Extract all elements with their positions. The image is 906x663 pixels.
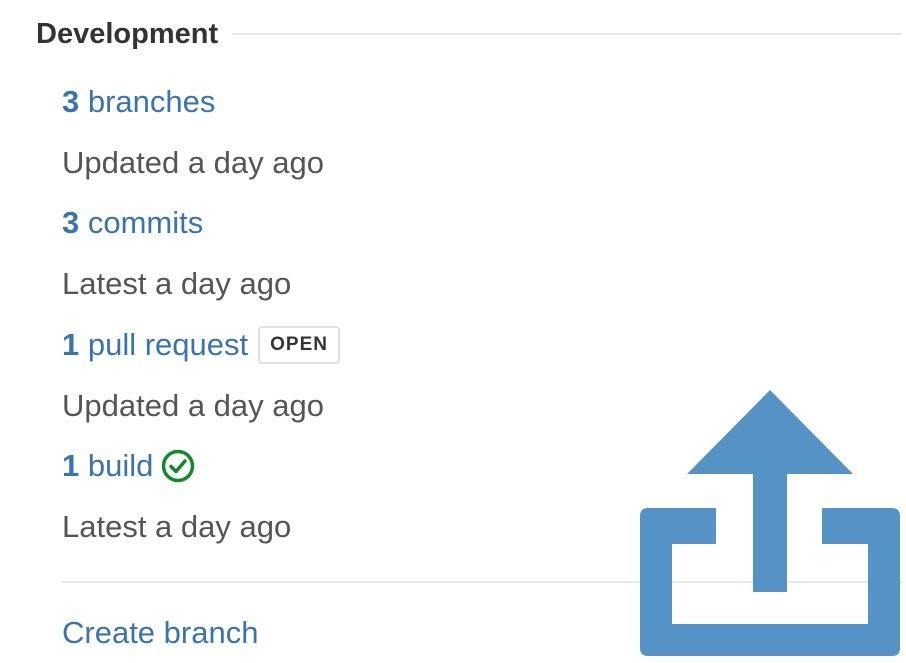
branches-link[interactable]: 3 branches	[62, 84, 215, 120]
commits-row: 3 commits	[62, 198, 203, 248]
pull-request-label: pull request	[79, 327, 249, 362]
pull-request-count: 1	[62, 327, 80, 362]
build-link[interactable]: 1 build	[62, 448, 153, 484]
build-label: build	[79, 448, 154, 483]
development-section-header: Development	[36, 12, 902, 56]
pull-request-status-badge: OPEN	[258, 326, 340, 364]
branches-row: 3 branches	[62, 77, 215, 127]
pull-request-updated-text: Updated a day ago	[62, 388, 324, 423]
commits-link[interactable]: 3 commits	[62, 205, 203, 241]
build-row: 1 build	[62, 441, 195, 491]
success-check-icon	[162, 449, 195, 483]
commits-latest-text: Latest a day ago	[62, 266, 292, 301]
create-branch-link[interactable]: Create branch	[62, 615, 258, 651]
branches-label: branches	[79, 84, 216, 119]
pull-request-row: 1 pull request OPEN	[62, 320, 340, 370]
commits-count: 3	[62, 205, 80, 240]
export-share-icon[interactable]	[636, 386, 904, 658]
build-latest-text: Latest a day ago	[62, 509, 292, 544]
commits-label: commits	[79, 205, 204, 240]
development-panel: Development 3 branches Updated a day ago…	[0, 0, 906, 663]
branches-count: 3	[62, 84, 80, 119]
section-title: Development	[36, 17, 219, 50]
section-header-rule	[232, 33, 902, 35]
build-count: 1	[62, 448, 80, 483]
create-branch-row: Create branch	[62, 608, 258, 658]
pull-request-link[interactable]: 1 pull request	[62, 327, 248, 363]
branches-updated-text: Updated a day ago	[62, 145, 324, 180]
